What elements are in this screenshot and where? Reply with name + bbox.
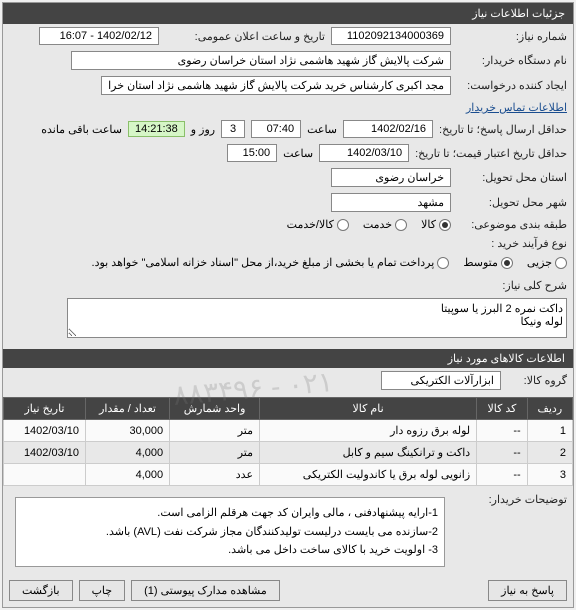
field-pub-datetime: 1402/02/12 - 16:07: [39, 27, 159, 45]
note-line: 1-ارایه پیشنهادفنی ، مالی وایران کد جهت …: [22, 504, 438, 523]
field-city: مشهد: [331, 193, 451, 212]
table-cell: --: [477, 442, 527, 464]
label-saat: ساعت: [307, 123, 337, 136]
table-cell: متر: [170, 442, 260, 464]
label-description: شرح کلی نیاز:: [457, 279, 567, 292]
label-remaining: ساعت باقی مانده: [41, 123, 122, 136]
items-section-title: اطلاعات کالاهای مورد نیاز: [3, 349, 573, 368]
field-requester: مجد اکبری کارشناس خرید شرکت پالایش گاز ش…: [101, 76, 451, 95]
table-row: 2--داکت و ترانکینگ سیم و کابلمتر4,000140…: [4, 442, 573, 464]
panel-title: جزئیات اطلاعات نیاز: [3, 3, 573, 24]
reply-button[interactable]: پاسخ به نیاز: [488, 580, 567, 601]
label-deadline: حداقل ارسال پاسخ؛ تا تاریخ:: [439, 123, 567, 136]
radio-treasury-label: پرداخت تمام یا بخشی از مبلغ خرید،از محل …: [92, 256, 435, 269]
table-cell: داکت و ترانکینگ سیم و کابل: [260, 442, 477, 464]
radio-minor-label: جزیی: [527, 256, 552, 269]
table-header: نام کالا: [260, 398, 477, 420]
radio-treasury[interactable]: [437, 257, 449, 269]
field-state: خراسان رضوی: [331, 168, 451, 187]
field-deadline-date: 1402/02/16: [343, 120, 433, 138]
table-cell: 4,000: [86, 464, 170, 486]
table-cell: --: [477, 464, 527, 486]
table-cell: عدد: [170, 464, 260, 486]
table-cell: 4,000: [86, 442, 170, 464]
label-category: طبقه بندی موضوعی:: [457, 218, 567, 231]
print-button[interactable]: چاپ: [79, 580, 126, 601]
table-cell: لوله برق رزوه دار: [260, 420, 477, 442]
field-price-time: 15:00: [227, 144, 277, 162]
label-roozva: روز و: [191, 123, 215, 136]
field-buyer-name: شرکت پالایش گاز شهید هاشمی نژاد استان خر…: [71, 51, 451, 70]
table-cell: 3: [527, 464, 572, 486]
label-saat2: ساعت: [283, 147, 313, 160]
radio-khedmat[interactable]: [395, 219, 407, 231]
table-cell: 2: [527, 442, 572, 464]
table-cell: متر: [170, 420, 260, 442]
field-price-date: 1402/03/10: [319, 144, 409, 162]
table-row: 3--زانویی لوله برق یا کاندولیت الکتریکیع…: [4, 464, 573, 486]
radio-mixed[interactable]: [337, 219, 349, 231]
table-cell: 1402/03/10: [4, 420, 86, 442]
category-radio-group: کالا خدمت کالا/خدمت: [287, 218, 451, 231]
label-price-validity: حداقل تاریخ اعتبار قیمت؛ تا تاریخ:: [415, 147, 567, 160]
label-buyer-notes: توضیحات خریدار:: [457, 493, 567, 506]
table-row: 1--لوله برق رزوه دارمتر30,0001402/03/10: [4, 420, 573, 442]
table-cell: 1402/03/10: [4, 442, 86, 464]
table-cell: 1: [527, 420, 572, 442]
table-cell: 30,000: [86, 420, 170, 442]
attachments-button[interactable]: مشاهده مدارک پیوستی (1): [131, 580, 280, 601]
field-group: ابزارآلات الکتریکی: [381, 371, 501, 390]
field-need-no: 1102092134000369: [331, 27, 451, 45]
radio-kala-label: کالا: [421, 218, 436, 231]
radio-medium[interactable]: [501, 257, 513, 269]
label-purchase-type: نوع فرآیند خرید :: [457, 237, 567, 250]
label-requester: ایجاد کننده درخواست:: [457, 79, 567, 92]
purchase-radio-group: جزیی متوسط پرداخت تمام یا بخشی از مبلغ خ…: [92, 256, 567, 269]
table-cell: [4, 464, 86, 486]
table-header: تاریخ نیاز: [4, 398, 86, 420]
note-line: 3- اولویت خرید با کالای ساخت داخل می باش…: [22, 541, 438, 560]
note-line: 2-سازنده می بایست درلیست تولیدکنندگان مج…: [22, 523, 438, 542]
field-days-remain: 3: [221, 120, 245, 138]
radio-minor[interactable]: [555, 257, 567, 269]
table-header: واحد شمارش: [170, 398, 260, 420]
radio-kala[interactable]: [439, 219, 451, 231]
items-table: ردیفکد کالانام کالاواحد شمارشتعداد / مقد…: [3, 397, 573, 486]
countdown: 14:21:38: [128, 121, 185, 137]
table-header: تعداد / مقدار: [86, 398, 170, 420]
label-pub-datetime: تاریخ و ساعت اعلان عمومی:: [165, 30, 325, 43]
label-need-no: شماره نیاز:: [457, 30, 567, 43]
back-button[interactable]: بازگشت: [9, 580, 73, 601]
contact-link[interactable]: اطلاعات تماس خریدار: [466, 101, 567, 114]
table-cell: زانویی لوله برق یا کاندولیت الکتریکی: [260, 464, 477, 486]
description-textarea[interactable]: [67, 298, 567, 338]
table-header: ردیف: [527, 398, 572, 420]
label-city: شهر محل تحویل:: [457, 196, 567, 209]
table-header: کد کالا: [477, 398, 527, 420]
label-buyer-name: نام دستگاه خریدار:: [457, 54, 567, 67]
radio-medium-label: متوسط: [463, 256, 498, 269]
field-deadline-time: 07:40: [251, 120, 301, 138]
radio-mixed-label: کالا/خدمت: [287, 218, 334, 231]
label-state: استان محل تحویل:: [457, 171, 567, 184]
label-group: گروه کالا:: [507, 374, 567, 387]
radio-khedmat-label: خدمت: [363, 218, 392, 231]
table-cell: --: [477, 420, 527, 442]
